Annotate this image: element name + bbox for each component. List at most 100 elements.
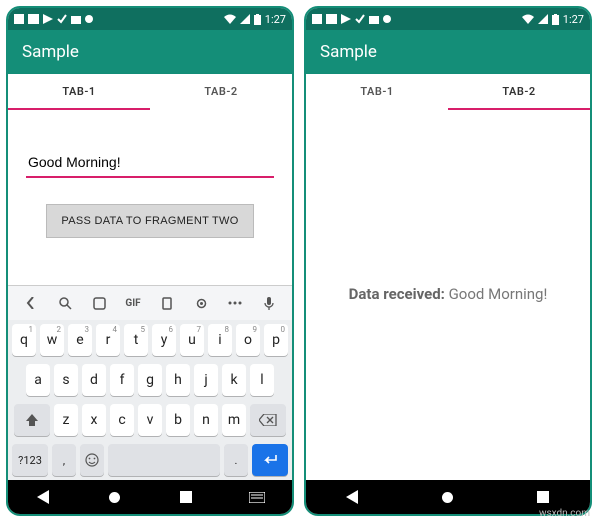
watermark: wsxdn.com: [539, 508, 590, 519]
sticker-icon[interactable]: [82, 297, 116, 310]
device-right: 1:27 Sample TAB-1 TAB-2 Data received: G…: [304, 6, 592, 516]
gif-icon[interactable]: GIF: [116, 298, 150, 309]
cell-icon: [240, 14, 250, 24]
cell-icon: [538, 14, 548, 24]
key-l[interactable]: l: [250, 364, 274, 396]
key-j[interactable]: j: [194, 364, 218, 396]
nav-ime[interactable]: [243, 487, 271, 507]
tab-bar: TAB-1 TAB-2: [8, 74, 292, 110]
tab-2[interactable]: TAB-2: [448, 74, 590, 110]
app-title: Sample: [8, 30, 292, 74]
space-key[interactable]: [108, 444, 220, 476]
nav-recent[interactable]: [172, 487, 200, 507]
key-p[interactable]: p0: [264, 324, 288, 356]
keyboard-row-1: q1w2e3r4t5y6u7i8o9p0: [8, 320, 292, 360]
key-w[interactable]: w2: [40, 324, 64, 356]
wifi-icon: [224, 14, 236, 24]
clock: 1:27: [265, 13, 286, 26]
key-f[interactable]: f: [110, 364, 134, 396]
key-r[interactable]: r4: [96, 324, 120, 356]
key-u[interactable]: u7: [180, 324, 204, 356]
key-k[interactable]: k: [222, 364, 246, 396]
key-q[interactable]: q1: [12, 324, 36, 356]
play-icon: [341, 14, 351, 24]
key-s[interactable]: s: [54, 364, 78, 396]
key-g[interactable]: g: [138, 364, 162, 396]
key-z[interactable]: z: [54, 404, 78, 436]
key-v[interactable]: v: [138, 404, 162, 436]
app-title: Sample: [306, 30, 590, 74]
more-icon[interactable]: [218, 301, 252, 305]
soft-keyboard: GIF q1w2e3r4t5y6u7i8o9p0 asdfghjkl zxcvb…: [8, 285, 292, 480]
key-n[interactable]: n: [194, 404, 218, 436]
key-y[interactable]: y6: [152, 324, 176, 356]
comma-key[interactable]: ,: [52, 444, 76, 476]
square-icon: [14, 14, 24, 24]
message-icon: [326, 14, 337, 24]
emoji-key[interactable]: [80, 444, 104, 476]
chevron-left-icon[interactable]: [14, 297, 48, 309]
enter-key[interactable]: [252, 444, 288, 476]
key-o[interactable]: o9: [236, 324, 260, 356]
period-key[interactable]: .: [224, 444, 248, 476]
keyboard-row-3: zxcvbnm: [8, 400, 292, 440]
fragment-two: Data received: Good Morning!: [306, 110, 590, 480]
nav-bar: [8, 480, 292, 514]
status-right: 1:27: [522, 13, 584, 26]
key-i[interactable]: i8: [208, 324, 232, 356]
play-icon: [43, 14, 53, 24]
tab-2[interactable]: TAB-2: [150, 74, 292, 110]
nav-home[interactable]: [101, 487, 129, 507]
tab-label: TAB-2: [204, 85, 237, 98]
nav-home[interactable]: [434, 487, 462, 507]
gear-icon[interactable]: [184, 297, 218, 310]
key-m[interactable]: m: [222, 404, 246, 436]
backspace-icon: [259, 414, 277, 426]
nav-recent[interactable]: [529, 487, 557, 507]
tab-bar: TAB-1 TAB-2: [306, 74, 590, 110]
mic-icon[interactable]: [252, 297, 286, 310]
tab-label: TAB-1: [360, 85, 393, 98]
status-right: 1:27: [224, 13, 286, 26]
received-message: Data received: Good Morning!: [306, 285, 590, 303]
key-h[interactable]: h: [166, 364, 190, 396]
tab-1[interactable]: TAB-1: [8, 74, 150, 110]
search-icon[interactable]: [48, 297, 82, 310]
keyboard-toolbar: GIF: [8, 286, 292, 320]
status-left: [14, 14, 93, 24]
key-x[interactable]: x: [82, 404, 106, 436]
message-input[interactable]: [26, 148, 274, 178]
calendar-icon: [369, 14, 379, 24]
check-icon: [57, 14, 67, 24]
key-a[interactable]: a: [26, 364, 50, 396]
received-prefix: Data received:: [349, 285, 449, 303]
square-icon: [312, 14, 322, 24]
device-left: 1:27 Sample TAB-1 TAB-2 PASS DATA TO FRA…: [6, 6, 294, 516]
clipboard-icon[interactable]: [150, 297, 184, 310]
status-bar: 1:27: [306, 8, 590, 30]
status-left: [312, 14, 391, 24]
backspace-key[interactable]: [250, 404, 286, 436]
dot-icon: [383, 15, 391, 23]
nav-back[interactable]: [339, 487, 367, 507]
key-d[interactable]: d: [82, 364, 106, 396]
status-bar: 1:27: [8, 8, 292, 30]
nav-back[interactable]: [30, 487, 58, 507]
keyboard-row-2: asdfghjkl: [8, 360, 292, 400]
enter-icon: [262, 454, 278, 466]
key-b[interactable]: b: [166, 404, 190, 436]
fragment-one: PASS DATA TO FRAGMENT TWO: [8, 110, 292, 285]
calendar-icon: [71, 14, 81, 24]
key-c[interactable]: c: [110, 404, 134, 436]
pass-data-button[interactable]: PASS DATA TO FRAGMENT TWO: [46, 204, 253, 238]
shift-key[interactable]: [14, 404, 50, 436]
key-e[interactable]: e3: [68, 324, 92, 356]
wifi-icon: [522, 14, 534, 24]
message-icon: [28, 14, 39, 24]
symbols-key[interactable]: ?123: [12, 444, 48, 476]
tab-label: TAB-1: [62, 85, 95, 98]
tab-label: TAB-2: [502, 85, 535, 98]
tab-1[interactable]: TAB-1: [306, 74, 448, 110]
emoji-icon: [85, 453, 99, 467]
key-t[interactable]: t5: [124, 324, 148, 356]
